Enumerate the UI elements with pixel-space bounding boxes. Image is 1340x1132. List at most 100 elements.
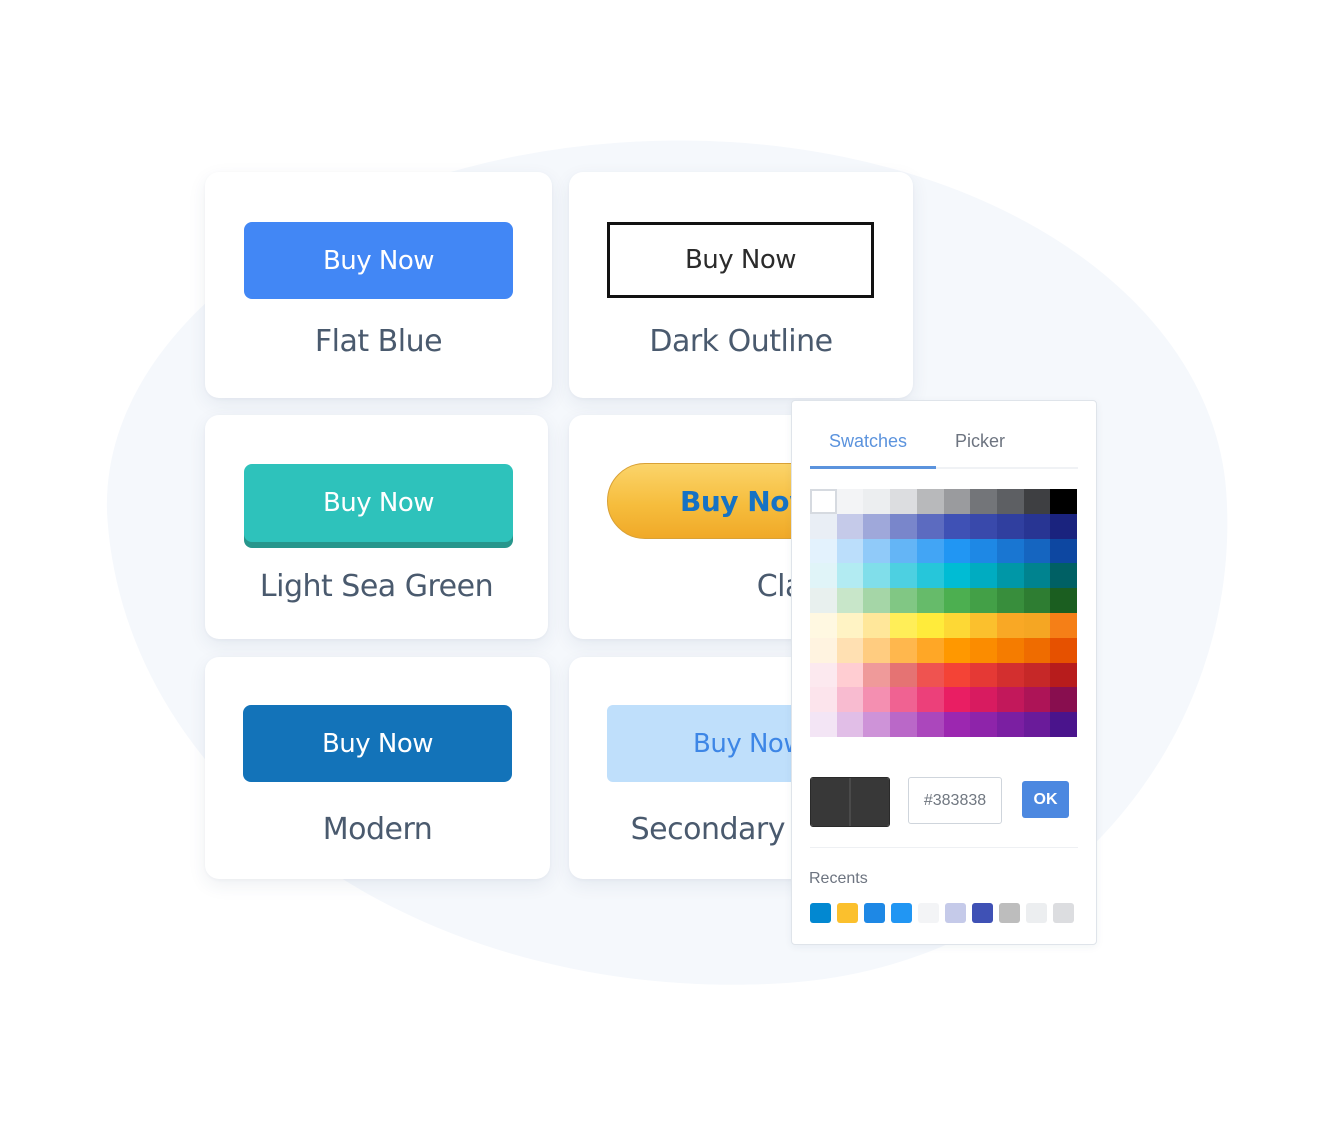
color-swatch[interactable] — [1023, 687, 1051, 713]
color-swatch[interactable] — [863, 563, 891, 589]
recent-color-swatch[interactable] — [837, 903, 858, 923]
recent-color-swatch[interactable] — [972, 903, 993, 923]
color-swatch[interactable] — [916, 563, 944, 589]
color-swatch[interactable] — [810, 637, 837, 663]
color-swatch[interactable] — [890, 563, 917, 589]
recent-color-swatch[interactable] — [891, 903, 912, 923]
color-swatch[interactable] — [890, 637, 917, 663]
color-swatch[interactable] — [836, 687, 864, 713]
color-swatch[interactable] — [943, 687, 971, 713]
color-swatch[interactable] — [890, 489, 917, 514]
color-swatch[interactable] — [836, 662, 864, 688]
color-swatch[interactable] — [943, 538, 971, 564]
color-swatch[interactable] — [836, 712, 864, 737]
color-swatch[interactable] — [996, 538, 1024, 564]
color-swatch[interactable] — [890, 712, 917, 737]
color-swatch[interactable] — [1023, 637, 1051, 663]
color-swatch[interactable] — [1050, 712, 1077, 737]
color-swatch[interactable] — [836, 637, 864, 663]
recent-color-swatch[interactable] — [1053, 903, 1074, 923]
color-swatch[interactable] — [1050, 588, 1077, 613]
color-swatch[interactable] — [970, 637, 997, 663]
color-swatch[interactable] — [943, 513, 971, 539]
color-swatch[interactable] — [890, 538, 917, 564]
color-swatch[interactable] — [863, 712, 891, 737]
color-swatch[interactable] — [836, 538, 864, 564]
buy-now-button-light-sea-green[interactable]: Buy Now — [244, 464, 513, 542]
color-swatch[interactable] — [863, 489, 891, 514]
recent-color-swatch[interactable] — [918, 903, 939, 923]
style-card-flat-blue[interactable]: Buy Now Flat Blue — [205, 172, 552, 398]
color-swatch[interactable] — [943, 712, 971, 737]
color-swatch[interactable] — [890, 612, 917, 638]
color-swatch[interactable] — [863, 612, 891, 638]
color-swatch[interactable] — [916, 538, 944, 564]
color-swatch[interactable] — [1050, 489, 1077, 514]
tab-picker[interactable]: Picker — [955, 431, 1005, 452]
color-swatch[interactable] — [836, 489, 864, 514]
color-swatch[interactable] — [1050, 612, 1077, 638]
color-swatch[interactable] — [996, 563, 1024, 589]
color-swatch[interactable] — [916, 513, 944, 539]
color-swatch[interactable] — [810, 538, 837, 564]
color-swatch[interactable] — [916, 662, 944, 688]
color-swatch[interactable] — [996, 637, 1024, 663]
color-swatch[interactable] — [916, 489, 944, 514]
color-swatch[interactable] — [916, 712, 944, 737]
color-swatch[interactable] — [916, 588, 944, 613]
color-swatch[interactable] — [996, 513, 1024, 539]
style-card-light-sea-green[interactable]: Buy Now Light Sea Green — [205, 415, 548, 639]
color-swatch[interactable] — [810, 712, 837, 737]
color-swatch[interactable] — [1050, 637, 1077, 663]
recent-color-swatch[interactable] — [1026, 903, 1047, 923]
color-swatch[interactable] — [810, 513, 837, 539]
color-swatch[interactable] — [863, 588, 891, 613]
color-swatch[interactable] — [1050, 513, 1077, 539]
hex-color-input[interactable] — [908, 777, 1002, 824]
color-swatch[interactable] — [916, 637, 944, 663]
color-swatch[interactable] — [1023, 538, 1051, 564]
color-swatch[interactable] — [810, 588, 837, 613]
color-swatch[interactable] — [970, 712, 997, 737]
color-swatch[interactable] — [836, 513, 864, 539]
color-swatch[interactable] — [1050, 538, 1077, 564]
color-swatch[interactable] — [1023, 612, 1051, 638]
color-swatch[interactable] — [996, 588, 1024, 613]
color-swatch[interactable] — [970, 489, 997, 514]
color-swatch[interactable] — [1023, 712, 1051, 737]
color-swatch[interactable] — [1023, 563, 1051, 589]
color-swatch[interactable] — [863, 637, 891, 663]
color-swatch[interactable] — [1050, 563, 1077, 589]
color-swatch[interactable] — [996, 662, 1024, 688]
tab-swatches[interactable]: Swatches — [829, 431, 907, 452]
color-swatch[interactable] — [943, 489, 971, 514]
color-swatch[interactable] — [863, 662, 891, 688]
buy-now-button-modern[interactable]: Buy Now — [243, 705, 512, 782]
color-swatch[interactable] — [943, 662, 971, 688]
color-swatch[interactable] — [916, 687, 944, 713]
color-swatch[interactable] — [1023, 489, 1051, 514]
color-swatch[interactable] — [916, 612, 944, 638]
color-swatch[interactable] — [970, 563, 997, 589]
color-swatch[interactable] — [970, 687, 997, 713]
color-swatch[interactable] — [836, 588, 864, 613]
color-swatch[interactable] — [996, 687, 1024, 713]
color-swatch[interactable] — [810, 489, 837, 514]
recent-color-swatch[interactable] — [945, 903, 966, 923]
color-swatch[interactable] — [1050, 687, 1077, 713]
color-swatch[interactable] — [890, 588, 917, 613]
color-swatch[interactable] — [1023, 513, 1051, 539]
color-swatch[interactable] — [943, 588, 971, 613]
buy-now-button-flat-blue[interactable]: Buy Now — [244, 222, 513, 299]
recent-color-swatch[interactable] — [810, 903, 831, 923]
recent-color-swatch[interactable] — [999, 903, 1020, 923]
color-swatch[interactable] — [970, 513, 997, 539]
color-swatch[interactable] — [970, 612, 997, 638]
color-swatch[interactable] — [970, 588, 997, 613]
recent-color-swatch[interactable] — [864, 903, 885, 923]
style-card-dark-outline[interactable]: Buy Now Dark Outline — [569, 172, 913, 398]
color-swatch[interactable] — [890, 687, 917, 713]
color-swatch[interactable] — [1023, 662, 1051, 688]
color-swatch[interactable] — [943, 563, 971, 589]
color-swatch[interactable] — [863, 687, 891, 713]
